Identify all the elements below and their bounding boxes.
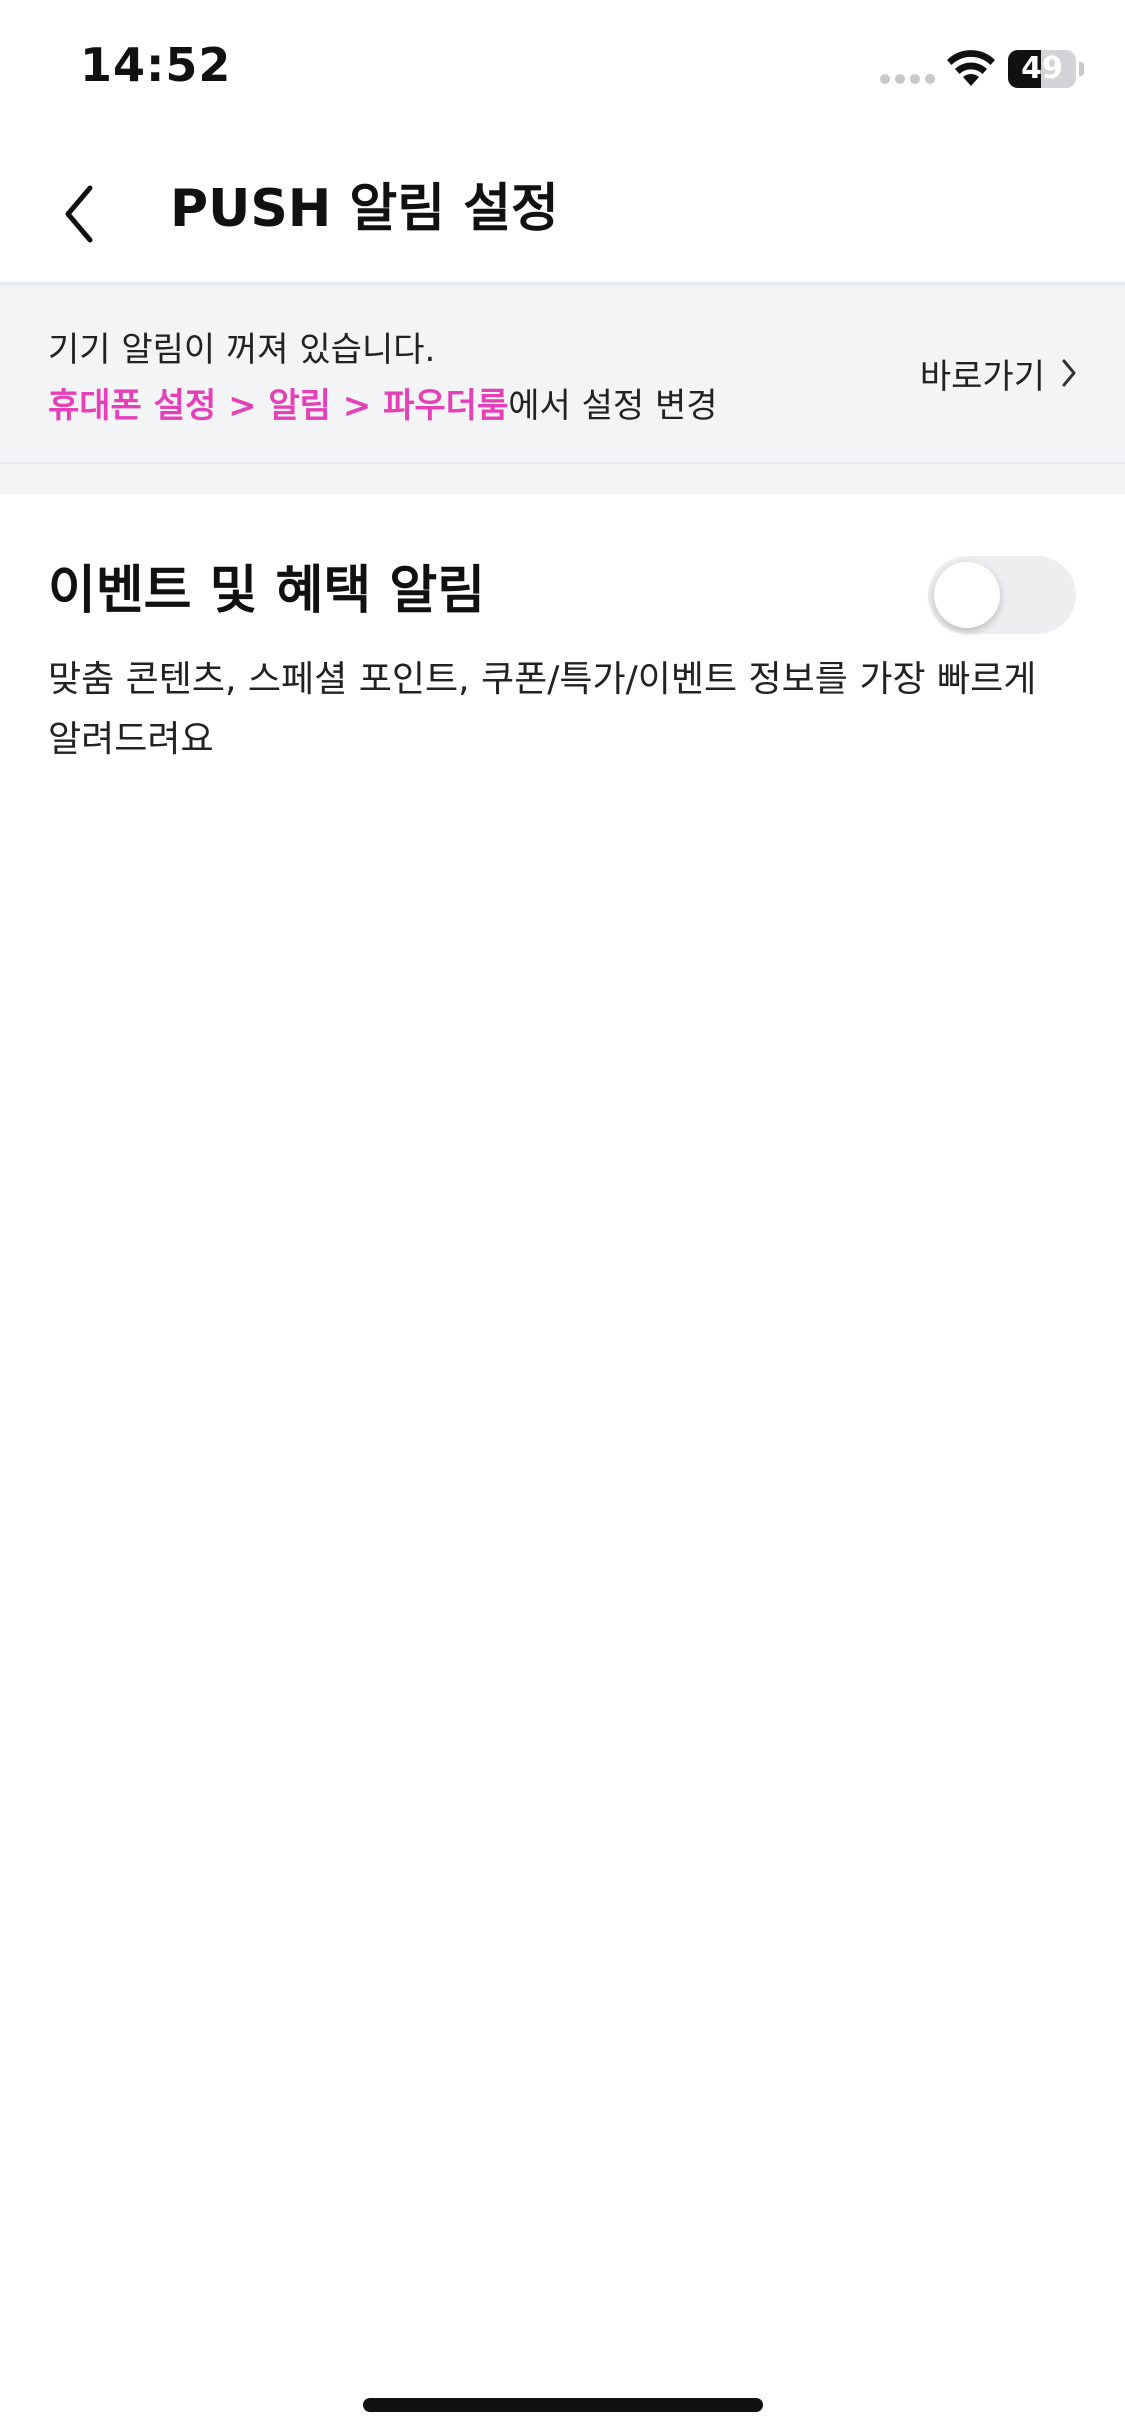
- wifi-icon: [947, 50, 995, 86]
- cellular-signal-icon: [880, 74, 936, 86]
- back-button[interactable]: [46, 166, 116, 256]
- home-indicator: [363, 2398, 763, 2412]
- notice-message: 기기 알림이 꺼져 있습니다.: [48, 330, 436, 370]
- notice-settings-path: 휴대폰 설정 > 알림 > 파우더룸: [48, 386, 509, 426]
- setting-title: 이벤트 및 혜택 알림: [48, 561, 486, 621]
- toggle-knob: [934, 562, 1000, 628]
- shortcut-button[interactable]: 바로가기: [920, 348, 1079, 398]
- setting-description: 맞춤 콘텐츠, 스페셜 포인트, 쿠폰/특가/이벤트 정보를 가장 빠르게 알려…: [48, 659, 1037, 760]
- nav-bar: PUSH 알림 설정: [0, 140, 1125, 282]
- status-time: 14:52: [80, 38, 232, 92]
- notification-off-banner: 기기 알림이 꺼져 있습니다. 휴대폰 설정 > 알림 > 파우더룸에서 설정 …: [0, 282, 1125, 468]
- shortcut-label: 바로가기: [919, 356, 1045, 397]
- battery-level: 49: [1021, 51, 1063, 86]
- event-notification-toggle[interactable]: [928, 556, 1076, 634]
- battery-icon: 49: [1008, 50, 1076, 88]
- chevron-left-icon: [65, 185, 93, 243]
- setting-item-event-benefit: 이벤트 및 혜택 알림 맞춤 콘텐츠, 스페셜 포인트, 쿠폰/특가/이벤트 정…: [0, 494, 1125, 794]
- notice-instruction: 휴대폰 설정 > 알림 > 파우더룸에서 설정 변경: [48, 378, 718, 427]
- status-bar: 14:52 49: [0, 0, 1125, 140]
- section-divider: [0, 464, 1125, 494]
- battery-cap: [1079, 62, 1084, 76]
- notice-path-suffix: 에서 설정 변경: [508, 386, 718, 426]
- chevron-right-icon: [1062, 359, 1076, 387]
- page-title: PUSH 알림 설정: [170, 179, 559, 239]
